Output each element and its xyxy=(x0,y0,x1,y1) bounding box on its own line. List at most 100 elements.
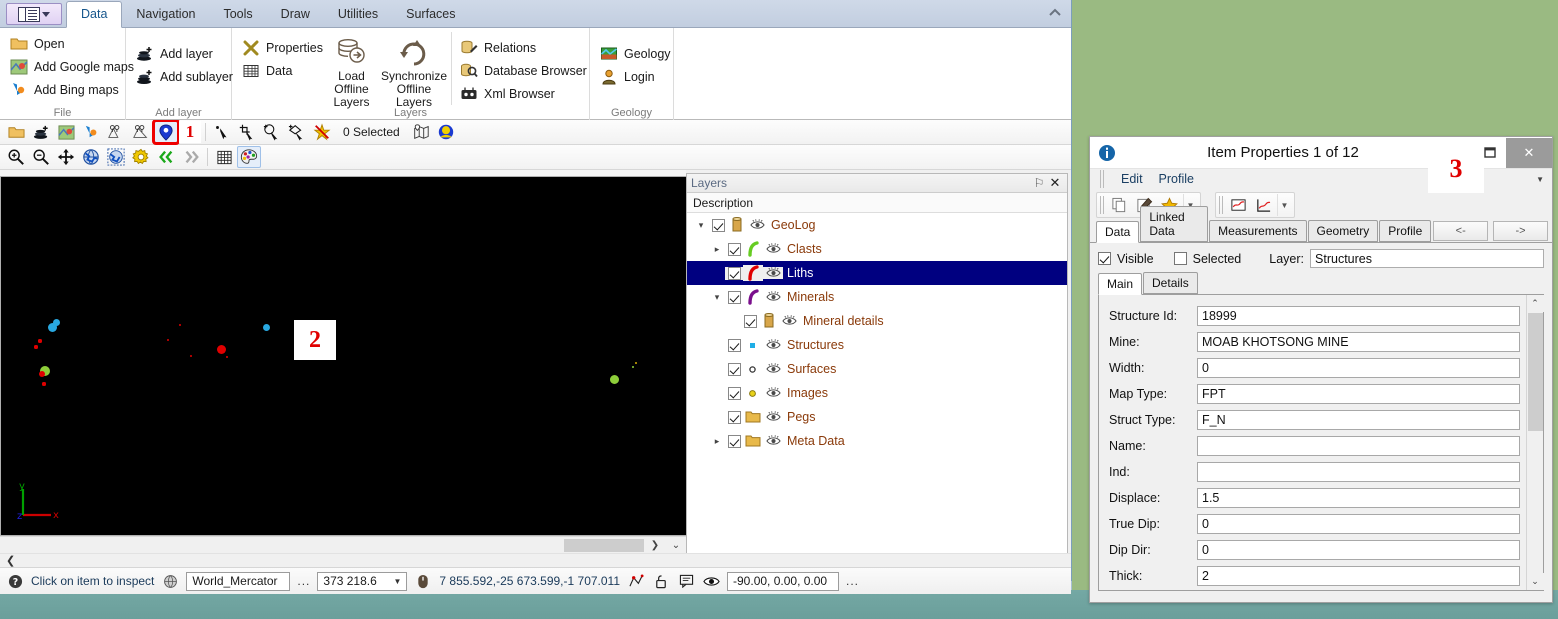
eye-icon[interactable] xyxy=(763,267,783,279)
property-field-true-dip[interactable]: 0 xyxy=(1197,514,1520,534)
scroll-up-button[interactable]: ⌃ xyxy=(1527,295,1544,312)
menu-edit[interactable]: Edit xyxy=(1121,172,1143,186)
viewport-marker[interactable] xyxy=(190,355,193,358)
close-icon[interactable]: ✕ xyxy=(1047,175,1063,191)
tab-tools[interactable]: Tools xyxy=(209,2,266,27)
ribbon-button-relations[interactable]: Relations xyxy=(458,36,581,59)
toolbar-place-marker-button[interactable] xyxy=(154,121,178,143)
toolbar-globe-extent-button[interactable] xyxy=(104,146,128,168)
toolbar-grip-2[interactable] xyxy=(1219,196,1224,214)
eye-icon[interactable] xyxy=(763,243,783,255)
menu-grip[interactable] xyxy=(1100,170,1105,188)
close-button[interactable]: ✕ xyxy=(1506,138,1552,168)
comment-icon[interactable] xyxy=(677,572,695,590)
viewport-marker[interactable] xyxy=(217,345,226,354)
menu-profile[interactable]: Profile xyxy=(1159,172,1194,186)
ribbon-button-add-sublayer[interactable]: Add sublayer xyxy=(134,65,223,88)
layer-row-images[interactable]: Images xyxy=(687,381,1067,405)
subtab-main[interactable]: Main xyxy=(1098,273,1142,295)
property-field-displace[interactable]: 1.5 xyxy=(1197,488,1520,508)
layer-row-mineral-details[interactable]: Mineral details xyxy=(687,309,1067,333)
toolbar-open-button[interactable] xyxy=(4,121,28,143)
chart-line-icon[interactable] xyxy=(1227,194,1249,216)
ribbon-button-xml-browser[interactable]: Xml Browser xyxy=(458,82,581,105)
chevron-down-icon[interactable]: ▾ xyxy=(693,220,709,231)
toolbar-map-pin-layer-button[interactable] xyxy=(409,121,433,143)
vscroll-down-button[interactable]: ⌄ xyxy=(666,538,686,553)
toolbar-lasso-select-button[interactable] xyxy=(260,121,284,143)
lock-open-icon[interactable] xyxy=(652,572,670,590)
eye-icon[interactable] xyxy=(763,339,783,351)
props-vertical-scrollbar[interactable]: ⌃ ⌄ xyxy=(1526,295,1543,590)
tab-draw[interactable]: Draw xyxy=(267,2,324,27)
eye-icon[interactable] xyxy=(747,219,767,231)
crs-field[interactable]: World_Mercator xyxy=(186,572,290,591)
viewport-marker[interactable] xyxy=(610,375,619,384)
polyline-icon[interactable] xyxy=(627,572,645,590)
ribbon-button-login[interactable]: Login xyxy=(598,65,665,88)
layer-row-meta-data[interactable]: ▸Meta Data xyxy=(687,429,1067,453)
eye-icon[interactable] xyxy=(763,387,783,399)
tab-linked-data[interactable]: Linked Data xyxy=(1140,206,1208,242)
layer-visibility-checkbox[interactable] xyxy=(725,411,743,424)
viewport-marker[interactable] xyxy=(635,362,638,365)
property-field-struct-type[interactable]: F_N xyxy=(1197,410,1520,430)
toolbar-2-overflow-chevron-down-icon[interactable]: ▼ xyxy=(1277,194,1291,216)
property-field-dip-dir[interactable]: 0 xyxy=(1197,540,1520,560)
toolbar-zoom-out-button[interactable] xyxy=(29,146,53,168)
viewport-marker[interactable] xyxy=(53,319,60,326)
ribbon-button-add-layer[interactable]: Add layer xyxy=(134,42,223,65)
toolbar-polygon-select-button[interactable] xyxy=(285,121,309,143)
tab-navigation[interactable]: Navigation xyxy=(122,2,209,27)
menu-overflow-chevron-down-icon[interactable]: ▼ xyxy=(1536,175,1544,184)
layer-field[interactable]: Structures xyxy=(1310,249,1544,268)
layer-visibility-checkbox[interactable] xyxy=(725,243,743,256)
toolbar-grip-1[interactable] xyxy=(1100,196,1105,214)
eye-icon[interactable] xyxy=(763,291,783,303)
toolbar-add-bing-maps-button[interactable] xyxy=(79,121,103,143)
rotation-more-button[interactable]: ... xyxy=(846,574,859,588)
layer-row-structures[interactable]: Structures xyxy=(687,333,1067,357)
property-field-structure-id[interactable]: 18999 xyxy=(1197,306,1520,326)
ribbon-button-properties[interactable]: Properties xyxy=(240,36,322,59)
tab-measurements[interactable]: Measurements xyxy=(1209,220,1306,242)
copy-icon[interactable] xyxy=(1108,194,1130,216)
tab-data[interactable]: Data xyxy=(66,1,122,28)
scroll-down-button[interactable]: ⌄ xyxy=(1527,573,1544,590)
vscroll-thumb[interactable] xyxy=(1528,313,1543,431)
tab-utilities[interactable]: Utilities xyxy=(324,2,392,27)
toolbar-palette-button[interactable] xyxy=(237,146,261,168)
layer-visibility-checkbox[interactable] xyxy=(725,387,743,400)
layer-visibility-checkbox[interactable] xyxy=(725,291,743,304)
toolbar-select-pins-button[interactable] xyxy=(104,121,128,143)
viewport-marker[interactable] xyxy=(38,339,41,342)
toolbar-pointer-select-button[interactable] xyxy=(210,121,234,143)
layer-row-pegs[interactable]: Pegs xyxy=(687,405,1067,429)
toolbar-globe-user-button[interactable] xyxy=(434,121,458,143)
toolbar-grid-button[interactable] xyxy=(212,146,236,168)
rotation-field[interactable]: -90.00, 0.00, 0.00 xyxy=(727,572,839,591)
tab-geometry[interactable]: Geometry xyxy=(1308,220,1379,242)
chevron-down-icon[interactable]: ▾ xyxy=(709,292,725,303)
viewport-marker[interactable] xyxy=(263,324,270,331)
toolbar-globe-button[interactable] xyxy=(79,146,103,168)
help-icon[interactable]: ? xyxy=(6,572,24,590)
chevron-right-icon[interactable]: ▸ xyxy=(709,244,725,255)
tab-profile[interactable]: Profile xyxy=(1379,220,1431,242)
toolbar-add-layer-button[interactable] xyxy=(29,121,53,143)
layer-row-liths[interactable]: Liths xyxy=(687,261,1067,285)
layer-visibility-checkbox[interactable] xyxy=(741,315,759,328)
hscroll-right-button[interactable]: ❯ xyxy=(644,538,666,553)
quick-access-panes-button[interactable] xyxy=(6,3,62,25)
viewport-marker[interactable] xyxy=(632,366,635,369)
layer-row-surfaces[interactable]: Surfaces xyxy=(687,357,1067,381)
viewport-marker[interactable] xyxy=(34,345,37,348)
toolbar-add-google-maps-button[interactable] xyxy=(54,121,78,143)
viewport-marker[interactable] xyxy=(226,356,229,359)
eye-icon[interactable] xyxy=(763,411,783,423)
scroll-left-icon[interactable]: ❮ xyxy=(6,554,15,567)
subtab-details[interactable]: Details xyxy=(1143,272,1198,294)
eye-icon[interactable] xyxy=(763,435,783,447)
ribbon-button-database-browser[interactable]: Database Browser xyxy=(458,59,581,82)
property-field-map-type[interactable]: FPT xyxy=(1197,384,1520,404)
